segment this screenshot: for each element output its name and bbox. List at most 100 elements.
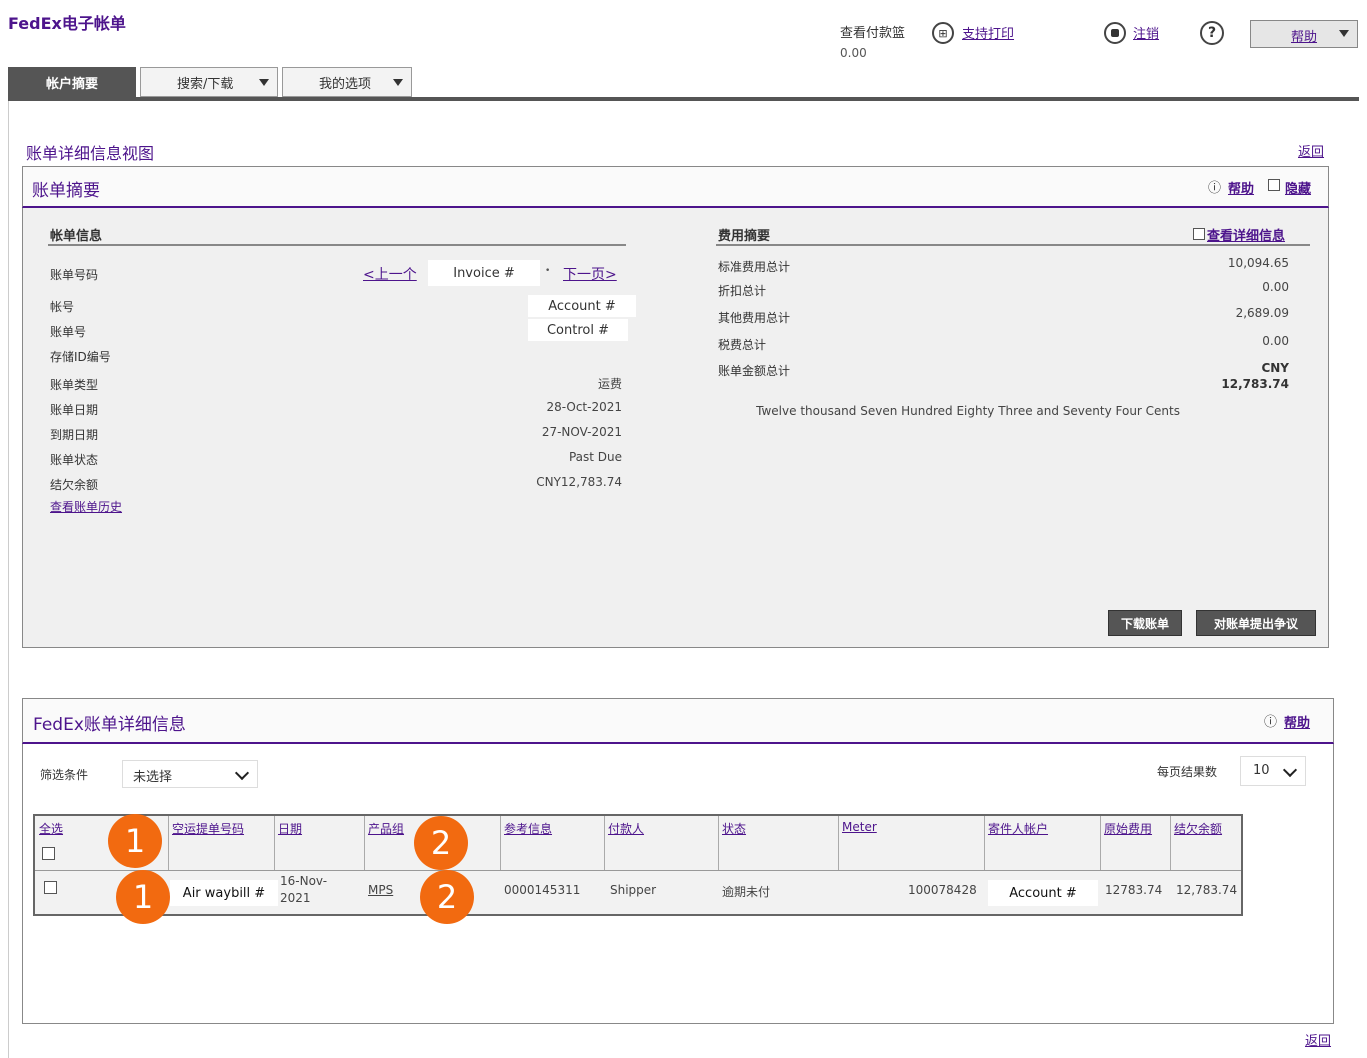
fee-summary-heading: 费用摘要	[718, 229, 771, 244]
control-number-value: Control #	[528, 319, 628, 341]
column-divider	[604, 816, 605, 870]
logout-link[interactable]: 注销	[1133, 23, 1159, 42]
column-divider	[500, 816, 501, 870]
bill-status-value: Past Due	[568, 450, 622, 464]
print-link[interactable]: 支持打印	[962, 23, 1014, 42]
column-header-date[interactable]: 日期	[278, 820, 302, 837]
chevron-down-icon	[1339, 30, 1349, 37]
invoice-details-header	[22, 698, 1334, 744]
due-date-label: 到期日期	[50, 428, 99, 442]
help-icon[interactable]: ⓘ	[1264, 711, 1277, 730]
tab-bar-divider	[8, 97, 1359, 101]
filter-label: 筛选条件	[40, 768, 89, 782]
tab-search-download[interactable]: 搜索/下载	[140, 67, 278, 97]
column-divider	[1100, 816, 1101, 870]
column-header-payer[interactable]: 付款人	[608, 820, 644, 837]
total-currency: CNY	[1261, 361, 1289, 375]
status-value: 逾期未付	[722, 885, 771, 899]
total-label: 账单金额总计	[718, 364, 791, 378]
row-balance-due-value: 12,783.74	[1176, 883, 1238, 897]
other-fee-label: 其他费用总计	[718, 311, 791, 325]
account-number-value: Account #	[528, 295, 636, 317]
column-divider	[984, 816, 985, 870]
next-invoice-link[interactable]: 下一页>	[563, 264, 617, 284]
divider	[716, 244, 1310, 246]
tab-label: 帐户摘要	[45, 76, 98, 92]
help-icon[interactable]: ⓘ	[1208, 177, 1221, 196]
column-header-reference[interactable]: 参考信息	[504, 820, 552, 837]
back-link[interactable]: 返回	[1298, 141, 1324, 160]
logout-icon[interactable]	[1104, 22, 1126, 44]
row-checkbox[interactable]	[44, 881, 57, 894]
bill-type-value: 运费	[597, 377, 622, 391]
column-header-original-charge[interactable]: 原始费用	[1104, 820, 1152, 837]
bill-info-heading: 帐单信息	[50, 229, 103, 244]
column-divider	[168, 816, 169, 870]
fee-detail-link[interactable]: 查看详细信息	[1207, 225, 1285, 244]
filter-select[interactable]: 未选择	[122, 760, 258, 788]
help-icon[interactable]: ?	[1200, 21, 1224, 45]
back-link[interactable]: 返回	[1305, 1030, 1331, 1049]
print-icon[interactable]: ⊞	[932, 22, 954, 44]
per-page-value: 10	[1253, 763, 1270, 778]
tab-my-options[interactable]: 我的选项	[282, 67, 412, 97]
column-header-airbill[interactable]: 空运提单号码	[172, 820, 244, 837]
content-border	[8, 101, 9, 1058]
per-page-select[interactable]: 10	[1240, 756, 1306, 786]
discount-value: 0.00	[1262, 280, 1289, 294]
original-charge-value: 12783.74	[1105, 883, 1163, 897]
app-title: FedEx电子帐单	[8, 14, 126, 33]
amount-in-words: Twelve thousand Seven Hundred Eighty Thr…	[756, 404, 1180, 418]
product-link[interactable]: MPS	[368, 883, 393, 897]
total-value: 12,783.74	[1221, 377, 1289, 391]
column-header-status[interactable]: 状态	[722, 820, 746, 837]
divider	[48, 244, 626, 246]
select-all-checkbox[interactable]	[42, 847, 55, 860]
bill-history-link[interactable]: 查看账单历史	[50, 498, 122, 515]
summary-help-link[interactable]: 帮助	[1228, 178, 1254, 197]
chevron-down-icon	[393, 78, 403, 86]
due-date-value: 27-NOV-2021	[541, 425, 622, 439]
bill-no-label: 账单号	[50, 325, 87, 339]
summary-hide-link[interactable]: 隐藏	[1285, 178, 1311, 197]
invoice-summary-header	[22, 166, 1329, 208]
help-dropdown[interactable]: 帮助	[1250, 20, 1358, 48]
invoice-number-value: Invoice #	[428, 260, 540, 286]
details-help-link[interactable]: 帮助	[1284, 712, 1310, 731]
column-header-shipper-account[interactable]: 寄件人帐户	[988, 820, 1048, 837]
column-divider	[274, 816, 275, 870]
chevron-down-icon	[1282, 762, 1298, 778]
page-title: 账单详细信息视图	[26, 144, 155, 163]
callout-badge-1: 1	[116, 870, 170, 924]
column-divider	[364, 816, 365, 870]
bullet-icon: •	[545, 266, 551, 276]
balance-due-value: CNY12,783.74	[536, 475, 622, 489]
help-dropdown-label: 帮助	[1291, 30, 1318, 45]
column-header-balance-due[interactable]: 结欠余额	[1174, 820, 1222, 837]
payer-value: Shipper	[610, 883, 657, 897]
download-bill-button[interactable]: 下载账单	[1108, 610, 1182, 636]
bill-status-label: 账单状态	[50, 453, 99, 467]
collapse-icon[interactable]	[1268, 179, 1280, 191]
account-label: 帐号	[50, 300, 75, 314]
column-header-select-all[interactable]: 全选	[39, 820, 63, 837]
callout-badge-2: 2	[420, 870, 474, 924]
standard-fee-value: 10,094.65	[1227, 256, 1289, 270]
chevron-down-icon	[259, 78, 269, 86]
payment-basket-link[interactable]: 查看付款篮	[840, 22, 905, 41]
standard-fee-label: 标准费用总计	[718, 260, 791, 274]
callout-badge-1: 1	[108, 814, 162, 868]
dispute-bill-button[interactable]: 对账单提出争议	[1196, 610, 1316, 636]
ship-date: 16-Nov-2021	[280, 874, 328, 905]
tab-account-summary[interactable]: 帐户摘要	[8, 67, 136, 97]
tax-label: 税费总计	[718, 338, 767, 352]
column-divider	[838, 816, 839, 870]
column-header-product[interactable]: 产品组	[368, 820, 404, 837]
previous-invoice-link[interactable]: <上一个	[363, 264, 417, 284]
other-fee-value: 2,689.09	[1235, 306, 1289, 320]
column-header-meter[interactable]: Meter	[842, 820, 877, 834]
storage-id-label: 存储ID编号	[50, 350, 111, 364]
per-page-label: 每页结果数	[1157, 765, 1218, 779]
expand-icon[interactable]	[1193, 228, 1205, 240]
bill-date-label: 账单日期	[50, 403, 99, 417]
